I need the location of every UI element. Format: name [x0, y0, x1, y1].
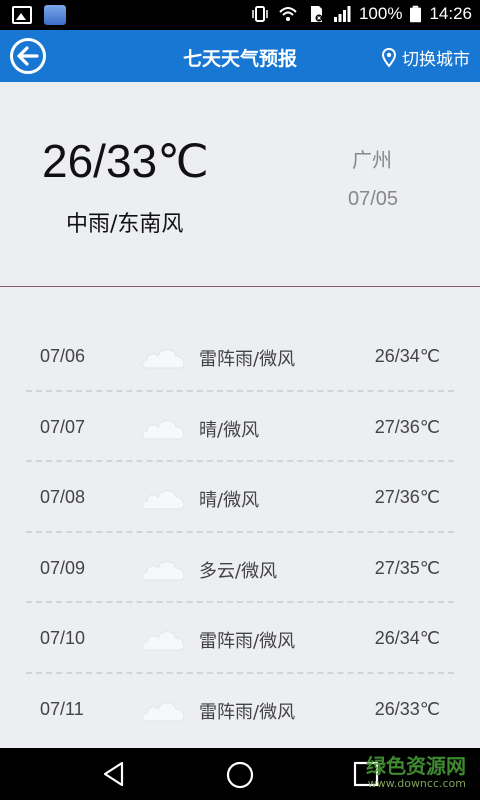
row-divider — [26, 671, 454, 674]
forecast-temperature: 27/35℃ — [374, 557, 440, 578]
forecast-date: 07/09 — [40, 557, 86, 578]
current-date: 07/05 — [348, 188, 399, 210]
switch-city-button[interactable]: 切换城市 — [382, 45, 470, 70]
cloud-icon — [141, 631, 185, 651]
cloud-icon — [141, 349, 185, 369]
forecast-temperature: 27/36℃ — [374, 416, 440, 437]
cloud-icon — [141, 419, 185, 439]
forecast-condition: 晴/微风 — [199, 490, 260, 511]
list-item: 07/08 晴/微风 27/36℃ — [0, 463, 480, 534]
forecast-condition: 晴/微风 — [199, 419, 260, 441]
app-header: 七天天气预报 切换城市 — [0, 30, 480, 82]
forecast-list: 07/06 雷阵雨/微风 26/34℃ 07/07 晴/微风 27/36℃ 07… — [0, 322, 480, 745]
forecast-temperature: 27/36℃ — [374, 487, 440, 507]
vibrate-icon — [252, 6, 268, 22]
forecast-date: 07/06 — [40, 346, 86, 366]
sim-card-icon — [310, 6, 323, 22]
list-item: 07/06 雷阵雨/微风 26/34℃ — [0, 322, 480, 393]
forecast-temperature: 26/34℃ — [374, 628, 440, 648]
forecast-date: 07/10 — [40, 628, 86, 648]
back-triangle-icon[interactable] — [100, 760, 128, 788]
forecast-condition: 雷阵雨/微风 — [199, 701, 296, 723]
cloud-icon — [141, 560, 185, 580]
signal-icon — [333, 6, 351, 22]
current-city: 广州 — [352, 148, 392, 172]
section-divider — [0, 286, 480, 287]
battery-percent: 100% — [358, 4, 403, 23]
forecast-condition: 雷阵雨/微风 — [199, 349, 296, 370]
current-weather: 26/33℃ 中雨/东南风 广州 07/05 — [0, 82, 480, 287]
cloud-icon — [141, 490, 185, 510]
battery-icon — [410, 5, 422, 23]
location-pin-icon — [382, 47, 396, 68]
list-item: 07/10 雷阵雨/微风 26/34℃ — [0, 604, 480, 675]
list-item: 07/09 多云/微风 27/35℃ — [0, 534, 480, 605]
current-condition: 中雨/东南风 — [66, 212, 184, 237]
row-divider — [26, 389, 454, 392]
list-item: 07/11 雷阵雨/微风 26/33℃ — [0, 675, 480, 746]
watermark-logo: 绿色资源网 www.downcc.com — [366, 750, 466, 790]
switch-city-label: 切换城市 — [402, 50, 470, 70]
row-divider — [26, 530, 454, 533]
list-item: 07/07 晴/微风 27/36℃ — [0, 393, 480, 464]
forecast-condition: 多云/微风 — [199, 560, 278, 582]
forecast-temperature: 26/33℃ — [374, 698, 440, 719]
wifi-icon — [279, 7, 297, 21]
forecast-condition: 雷阵雨/微风 — [199, 631, 296, 652]
cloud-icon — [141, 701, 185, 721]
current-temperature: 26/33℃ — [42, 135, 209, 187]
app-notification-icon — [44, 5, 66, 25]
row-divider — [26, 460, 454, 462]
forecast-date: 07/07 — [40, 416, 86, 437]
forecast-date: 07/08 — [40, 487, 86, 507]
clock: 14:26 — [429, 4, 472, 23]
gallery-notification-icon — [12, 6, 32, 24]
watermark-url: www.downcc.com — [367, 777, 466, 790]
forecast-date: 07/11 — [40, 698, 84, 719]
forecast-temperature: 26/34℃ — [374, 346, 440, 366]
row-divider — [26, 601, 454, 603]
status-bar: 100% 14:26 — [0, 0, 480, 30]
watermark-name: 绿色资源网 — [366, 754, 466, 778]
home-circle-icon[interactable] — [225, 760, 255, 790]
